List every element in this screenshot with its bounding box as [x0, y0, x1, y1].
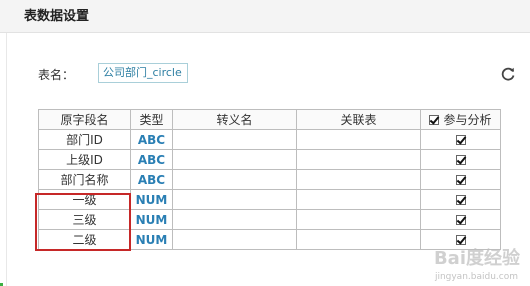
type-badge: ABC [130, 169, 173, 190]
table-row: 部门ID ABC [38, 129, 501, 150]
analyze-cell [420, 129, 501, 150]
col-linked-table: 关联表 [296, 109, 421, 130]
analyze-checkbox[interactable] [455, 195, 466, 205]
linked-table-cell[interactable] [296, 169, 421, 190]
alias-cell[interactable] [172, 209, 297, 230]
table-name-input[interactable]: 公司部门_circle [98, 63, 188, 83]
col-source-field: 原字段名 [38, 109, 131, 130]
analyze-cell [420, 169, 501, 190]
analyze-cell [420, 189, 501, 210]
alias-cell[interactable] [172, 229, 297, 250]
dialog-header: 表数据设置 [0, 0, 530, 33]
dialog-title: 表数据设置 [24, 9, 90, 24]
linked-table-cell[interactable] [296, 209, 421, 230]
analyze-checkbox[interactable] [455, 135, 466, 145]
table-row: 二级 NUM [38, 229, 501, 250]
analyze-checkbox[interactable] [455, 175, 466, 185]
watermark-logo: Bai度经验 [433, 248, 520, 269]
analyze-cell [420, 149, 501, 170]
field-name-cell: 一级 [38, 189, 131, 210]
type-badge: ABC [130, 129, 173, 150]
table-row: 上级ID ABC [38, 149, 501, 170]
fields-table: 原字段名 类型 转义名 关联表 参与分析 部门ID ABC 上级ID ABC 部… [38, 109, 501, 250]
field-name-cell: 三级 [38, 209, 131, 230]
col-type: 类型 [130, 109, 173, 130]
alias-cell[interactable] [172, 129, 297, 150]
alias-cell[interactable] [172, 149, 297, 170]
linked-table-cell[interactable] [296, 129, 421, 150]
watermark-url: jingyan.baidu.com [434, 272, 518, 282]
table-row: 三级 NUM [38, 209, 501, 230]
type-badge: NUM [130, 229, 173, 250]
refresh-icon[interactable] [500, 66, 516, 82]
col-alias: 转义名 [172, 109, 297, 130]
analyze-checkbox[interactable] [455, 215, 466, 225]
field-name-cell: 部门ID [38, 129, 131, 150]
linked-table-cell[interactable] [296, 149, 421, 170]
linked-table-cell[interactable] [296, 189, 421, 210]
type-badge: ABC [130, 149, 173, 170]
col-analyze: 参与分析 [420, 109, 501, 130]
alias-cell[interactable] [172, 189, 297, 210]
field-name-cell: 二级 [38, 229, 131, 250]
select-all-checkbox[interactable] [429, 114, 440, 125]
table-row: 一级 NUM [38, 189, 501, 210]
field-name-cell: 部门名称 [38, 169, 131, 190]
type-badge: NUM [130, 209, 173, 230]
analyze-checkbox[interactable] [455, 155, 466, 165]
table-header-row: 原字段名 类型 转义名 关联表 参与分析 [38, 109, 501, 130]
table-row: 部门名称 ABC [38, 169, 501, 190]
field-name-cell: 上级ID [38, 149, 131, 170]
col-analyze-label: 参与分析 [443, 113, 492, 127]
table-name-label: 表名： [38, 68, 75, 82]
alias-cell[interactable] [172, 169, 297, 190]
analyze-cell [420, 209, 501, 230]
linked-table-cell[interactable] [296, 229, 421, 250]
type-badge: NUM [130, 189, 173, 210]
